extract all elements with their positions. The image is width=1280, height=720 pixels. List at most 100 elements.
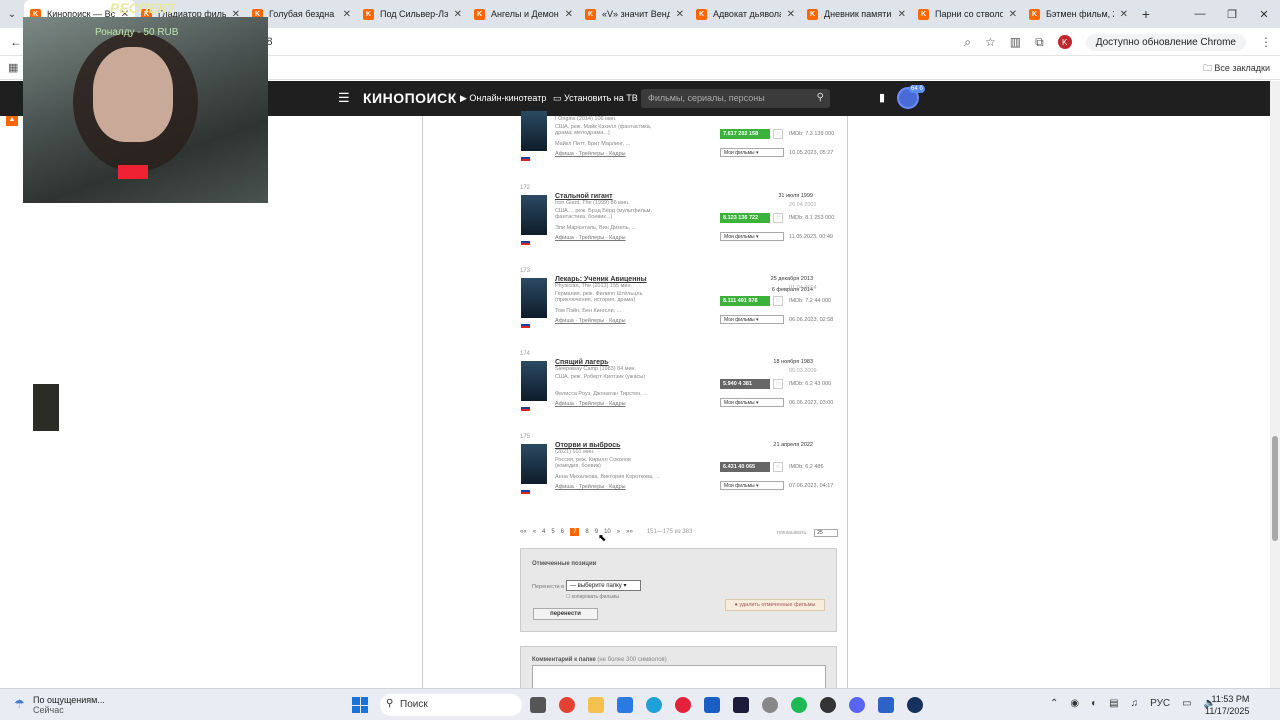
page-link[interactable]: » — [617, 529, 620, 535]
vpn-icon[interactable]: ◐ — [1091, 698, 1097, 709]
minimize-icon[interactable]: — — [1184, 8, 1216, 20]
tab-search-icon[interactable]: ⌄ — [0, 9, 24, 20]
tab-close-icon[interactable]: ✕ — [676, 9, 684, 20]
film-links[interactable]: Афиша · Трейлеры · Кадры — [555, 401, 626, 407]
page-link[interactable]: «« — [520, 529, 527, 535]
browser-tab[interactable]: K Дневник памяти ✕ — [801, 0, 912, 28]
bookmark-star-icon[interactable]: ☆ — [985, 35, 996, 49]
page-link[interactable]: 7 — [570, 528, 580, 536]
browser-tab[interactable]: K Парни со стволо ✕ — [912, 0, 1023, 28]
folder-dropdown[interactable]: Мои фильмы ▾ — [720, 232, 784, 241]
film-poster[interactable] — [521, 278, 547, 318]
browser-tab[interactable]: K Бэтмен фильм, 2 ✕ — [1023, 0, 1134, 28]
page-link[interactable]: »» — [626, 529, 633, 535]
star-icon[interactable]: ☆ — [773, 213, 783, 223]
clock[interactable]: 11:53 PM 11/17/2025 — [1205, 693, 1249, 717]
language-indicator[interactable]: РУС — [1150, 698, 1170, 709]
film-title-link[interactable]: Лекарь: Ученик Авиценны — [555, 276, 647, 283]
copy-films-checkbox[interactable]: ☐ копировать фильмы — [566, 594, 619, 600]
back-icon[interactable]: ← — [10, 35, 22, 49]
star-icon[interactable]: ☆ — [773, 129, 783, 139]
film-links[interactable]: Афиша · Трейлеры · Кадры — [555, 235, 626, 241]
browser-tab[interactable]: K Ангелы и Демон ✕ — [468, 0, 579, 28]
page-scrollbar[interactable] — [1270, 81, 1280, 688]
page-link[interactable]: 4 — [542, 529, 545, 535]
film-poster[interactable] — [521, 195, 547, 235]
film-title-link[interactable]: Спящий лагерь — [555, 359, 609, 366]
obs-icon[interactable] — [820, 697, 836, 713]
tray-expand-icon[interactable]: ⌃ — [1050, 698, 1058, 709]
folder-dropdown[interactable]: Мои фильмы ▾ — [720, 481, 784, 490]
tab-close-icon[interactable]: ✕ — [565, 9, 573, 20]
vscode-icon[interactable] — [704, 697, 720, 713]
chrome-icon[interactable] — [559, 697, 575, 713]
film-poster[interactable] — [521, 361, 547, 401]
tab-close-icon[interactable]: ✕ — [1009, 9, 1017, 20]
extensions-icon[interactable]: ⧉ — [1035, 35, 1044, 50]
page-link[interactable]: 5 — [551, 529, 554, 535]
star-icon[interactable]: ☆ — [773, 296, 783, 306]
move-button[interactable]: перенести — [533, 608, 598, 620]
media-icon[interactable]: ▥ — [1010, 35, 1021, 49]
weather-widget[interactable]: По ощущениям... Сейчас — [33, 695, 105, 715]
bookmark-icon[interactable]: ▮ — [879, 91, 885, 104]
discord-icon[interactable] — [849, 697, 865, 713]
folder-dropdown[interactable]: Мои фильмы ▾ — [720, 315, 784, 324]
apps-grid-icon[interactable]: ▦ — [8, 61, 18, 74]
menu-icon[interactable]: ⋮ — [1260, 35, 1272, 49]
spotify-icon[interactable] — [791, 697, 807, 713]
new-tab-button[interactable]: + — [1134, 6, 1158, 22]
browser-tab[interactable]: K «V» значит Венд ✕ — [579, 0, 690, 28]
settings-icon[interactable] — [762, 697, 778, 713]
folder-select[interactable]: — выберите папку ▾ — [566, 580, 641, 591]
browser-tab[interactable]: K Адвокат дьявола ✕ — [690, 0, 801, 28]
film-links[interactable]: Афиша · Трейлеры · Кадры — [555, 484, 626, 490]
notes-icon[interactable] — [878, 697, 894, 713]
film-title-link[interactable]: Оторви и выбрось — [555, 442, 620, 449]
opera-icon[interactable] — [675, 697, 691, 713]
star-icon[interactable]: ☆ — [773, 379, 783, 389]
page-link[interactable]: 6 — [561, 529, 564, 535]
taskview-icon[interactable] — [530, 697, 546, 713]
store-icon[interactable] — [617, 697, 633, 713]
star-icon[interactable]: ☆ — [773, 462, 783, 472]
film-links[interactable]: Афиша · Трейлеры · Кадры — [555, 151, 626, 157]
vs-icon[interactable] — [733, 697, 749, 713]
delete-marked-button[interactable]: ● удалить отмеченные фильмы — [725, 599, 825, 611]
side-arrow-icon[interactable]: ▲ — [6, 116, 18, 126]
edge-icon[interactable] — [646, 697, 662, 713]
zoom-icon[interactable]: ⌕ — [964, 35, 971, 50]
tab-close-icon[interactable]: ✕ — [343, 9, 351, 20]
film-poster[interactable] — [521, 111, 547, 151]
per-page-select[interactable]: 25 — [814, 529, 839, 537]
explorer-icon[interactable] — [588, 697, 604, 713]
film-poster[interactable] — [521, 444, 547, 484]
film-links[interactable]: Афиша · Трейлеры · Кадры — [555, 318, 626, 324]
weather-icon[interactable]: ☂ — [14, 697, 25, 711]
page-link[interactable]: 8 — [585, 529, 588, 535]
scrollbar-thumb[interactable] — [1272, 436, 1278, 541]
steam-icon[interactable] — [907, 697, 923, 713]
tab-close-icon[interactable]: ✕ — [787, 9, 795, 20]
all-bookmarks-button[interactable]: 🗀 Все закладки — [1203, 61, 1270, 77]
tray-app-icon[interactable]: ◉ — [1070, 698, 1079, 709]
restore-icon[interactable]: ❐ — [1216, 8, 1248, 21]
kinopoisk-logo[interactable]: КИНОПОИСК — [363, 90, 457, 106]
profile-avatar[interactable]: K — [1057, 35, 1072, 49]
tab-close-icon[interactable]: ✕ — [454, 9, 462, 20]
page-link[interactable]: « — [533, 529, 536, 535]
taskbar-search[interactable]: ⚲ Поиск — [380, 694, 522, 716]
network-icon[interactable]: ▤ — [1109, 698, 1118, 709]
update-chrome-button[interactable]: Доступно обновление Chrome — [1085, 33, 1246, 51]
close-window-icon[interactable]: ✕ — [1248, 8, 1280, 21]
tab-close-icon[interactable]: ✕ — [1120, 9, 1128, 20]
battery-icon[interactable]: ▭ — [1182, 698, 1191, 709]
start-button[interactable] — [352, 697, 368, 713]
hamburger-menu-icon[interactable]: ☰ — [338, 90, 350, 106]
tab-close-icon[interactable]: ✕ — [898, 9, 906, 20]
browser-tab[interactable]: K Под Сильвер-Лэй ✕ — [357, 0, 468, 28]
folder-dropdown[interactable]: Мои фильмы ▾ — [720, 398, 784, 407]
folder-dropdown[interactable]: Мои фильмы ▾ — [720, 148, 784, 157]
mic-icon[interactable]: ♫ — [1131, 698, 1139, 709]
film-title-link[interactable]: Стальной гигант — [555, 193, 613, 200]
